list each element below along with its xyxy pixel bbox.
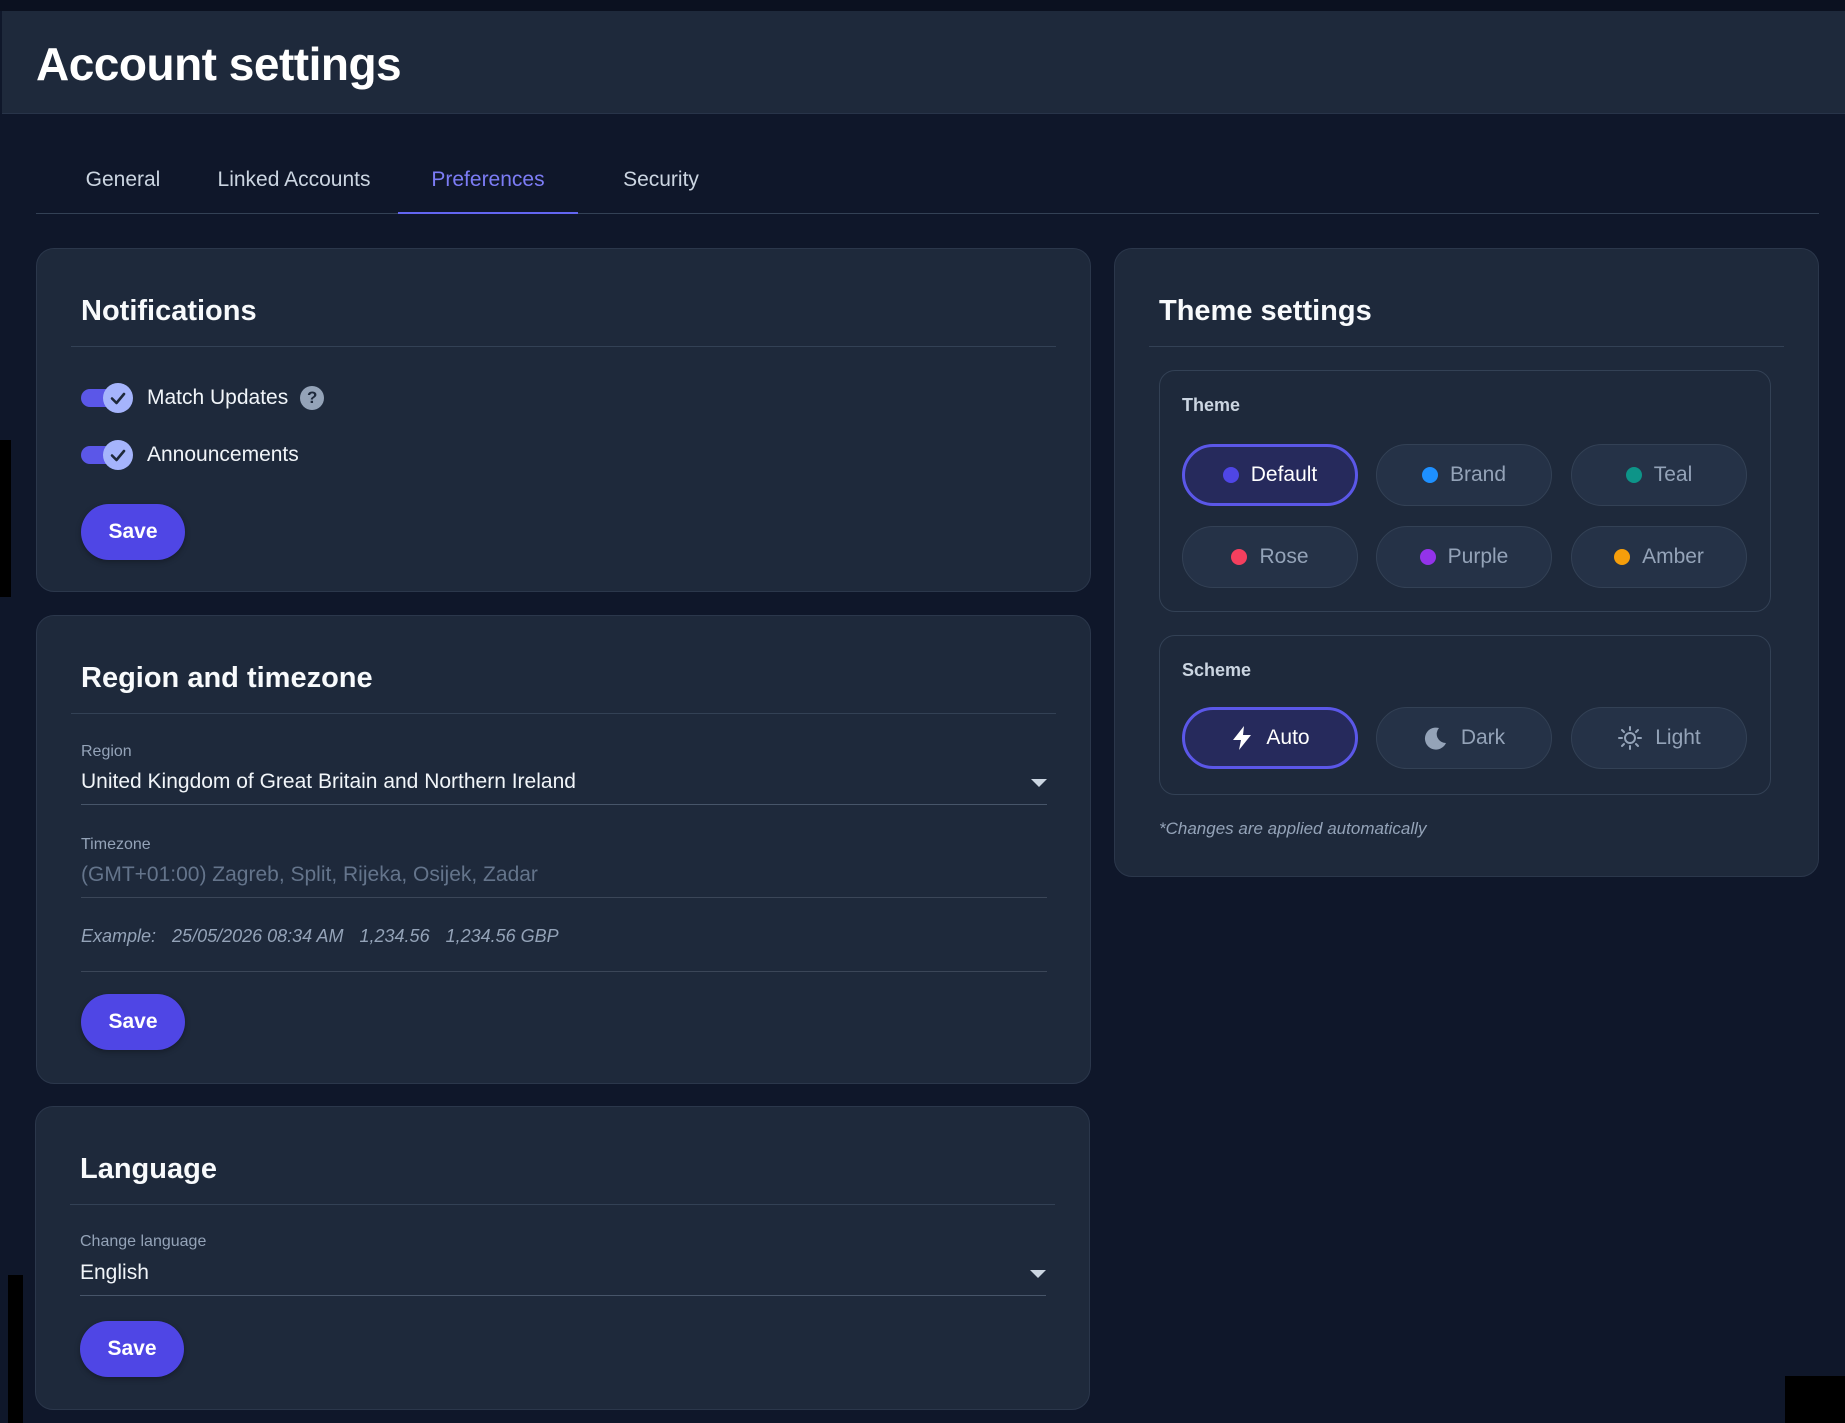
example-number: 1,234.56 bbox=[359, 926, 430, 946]
theme-option-label: Brand bbox=[1449, 463, 1507, 486]
divider bbox=[71, 713, 1056, 714]
divider bbox=[1149, 346, 1784, 347]
theme-option-label: Teal bbox=[1653, 463, 1693, 486]
tab-linked-accounts[interactable]: Linked Accounts bbox=[204, 140, 384, 214]
notifications-save-button[interactable]: Save bbox=[81, 504, 185, 560]
tab-bar: General Linked Accounts Preferences Secu… bbox=[36, 140, 1819, 214]
divider bbox=[70, 1204, 1055, 1205]
color-dot bbox=[1625, 467, 1642, 483]
scheme-option-label: Dark bbox=[1460, 726, 1506, 749]
example-date: 25/05/2026 08:34 AM bbox=[172, 926, 344, 946]
check-icon bbox=[103, 383, 133, 413]
check-icon bbox=[103, 440, 133, 470]
edge-artifact bbox=[0, 440, 11, 597]
region-underline bbox=[81, 804, 1047, 805]
announcements-toggle[interactable] bbox=[81, 440, 133, 470]
match-updates-label: Match Updates bbox=[147, 386, 289, 409]
moon-icon bbox=[1424, 727, 1446, 750]
region-timezone-card: Region and timezone Region United Kingdo… bbox=[36, 615, 1091, 1084]
color-dot bbox=[1231, 549, 1248, 565]
theme-option-label: Amber bbox=[1642, 545, 1704, 568]
theme-option-brand[interactable]: Brand bbox=[1376, 444, 1552, 506]
chevron-down-icon[interactable] bbox=[1030, 1270, 1046, 1278]
theme-settings-card: Theme settings Theme Default Brand Teal … bbox=[1114, 248, 1819, 877]
page-title: Account settings bbox=[36, 38, 402, 90]
color-dot bbox=[1421, 467, 1438, 483]
divider bbox=[81, 971, 1047, 972]
language-underline bbox=[80, 1295, 1046, 1296]
notifications-card: Notifications Match Updates ? Announceme… bbox=[36, 248, 1091, 592]
question-circle-icon[interactable]: ? bbox=[300, 386, 325, 410]
language-title: Language bbox=[80, 1153, 217, 1185]
region-select-value[interactable]: United Kingdom of Great Britain and Nort… bbox=[81, 770, 576, 794]
tab-security[interactable]: Security bbox=[604, 140, 718, 214]
match-updates-toggle[interactable] bbox=[81, 383, 133, 413]
format-example: Example: 25/05/2026 08:34 AM 1,234.56 1,… bbox=[81, 926, 559, 947]
edge-artifact bbox=[1785, 1376, 1845, 1423]
example-currency: 1,234.56 GBP bbox=[445, 926, 559, 946]
change-language-label: Change language bbox=[80, 1233, 207, 1250]
region-timezone-title: Region and timezone bbox=[81, 662, 373, 694]
example-label: Example: bbox=[81, 926, 157, 946]
theme-option-rose[interactable]: Rose bbox=[1182, 526, 1358, 588]
edge-artifact bbox=[8, 1275, 23, 1423]
color-dot bbox=[1614, 549, 1631, 565]
timezone-underline bbox=[81, 897, 1047, 898]
timezone-field[interactable]: (GMT+01:00) Zagreb, Split, Rijeka, Osije… bbox=[81, 863, 538, 887]
theme-option-teal[interactable]: Teal bbox=[1571, 444, 1747, 506]
announcements-row: Announcements bbox=[81, 437, 299, 473]
tab-preferences[interactable]: Preferences bbox=[398, 140, 578, 214]
page-header: Account settings bbox=[2, 11, 1845, 114]
color-dot bbox=[1222, 467, 1239, 483]
region-label: Region bbox=[81, 743, 132, 760]
scheme-option-auto[interactable]: Auto bbox=[1182, 707, 1358, 769]
notifications-title: Notifications bbox=[81, 295, 257, 327]
region-save-button[interactable]: Save bbox=[81, 994, 185, 1050]
language-card: Language Change language English Save bbox=[35, 1106, 1090, 1410]
scheme-option-label: Auto bbox=[1266, 726, 1310, 749]
scheme-option-dark[interactable]: Dark bbox=[1376, 707, 1552, 769]
language-select-value[interactable]: English bbox=[80, 1261, 149, 1285]
lightning-icon bbox=[1233, 726, 1252, 750]
scheme-option-label: Light bbox=[1655, 726, 1701, 749]
theme-option-label: Rose bbox=[1259, 545, 1309, 568]
scheme-option-light[interactable]: Light bbox=[1571, 707, 1747, 769]
theme-option-default[interactable]: Default bbox=[1182, 444, 1358, 506]
announcements-label: Announcements bbox=[147, 443, 299, 466]
theme-label: Theme bbox=[1182, 395, 1241, 415]
timezone-label: Timezone bbox=[81, 836, 151, 853]
theme-option-purple[interactable]: Purple bbox=[1376, 526, 1552, 588]
theme-option-label: Purple bbox=[1447, 545, 1509, 568]
theme-option-amber[interactable]: Amber bbox=[1571, 526, 1747, 588]
theme-option-label: Default bbox=[1250, 463, 1318, 486]
color-dot bbox=[1419, 549, 1436, 565]
scheme-subcard: Scheme Auto Dark Light bbox=[1159, 635, 1771, 795]
sun-icon bbox=[1618, 726, 1643, 750]
theme-settings-title: Theme settings bbox=[1159, 295, 1372, 327]
top-strip bbox=[0, 0, 1845, 11]
language-save-button[interactable]: Save bbox=[80, 1321, 184, 1377]
auto-apply-note: *Changes are applied automatically bbox=[1159, 819, 1427, 838]
scheme-label: Scheme bbox=[1182, 660, 1252, 680]
match-updates-row: Match Updates ? bbox=[81, 380, 325, 416]
divider bbox=[71, 346, 1056, 347]
chevron-down-icon[interactable] bbox=[1031, 779, 1047, 787]
theme-subcard: Theme Default Brand Teal Rose Purple Amb… bbox=[1159, 370, 1771, 612]
tab-general[interactable]: General bbox=[70, 140, 176, 214]
